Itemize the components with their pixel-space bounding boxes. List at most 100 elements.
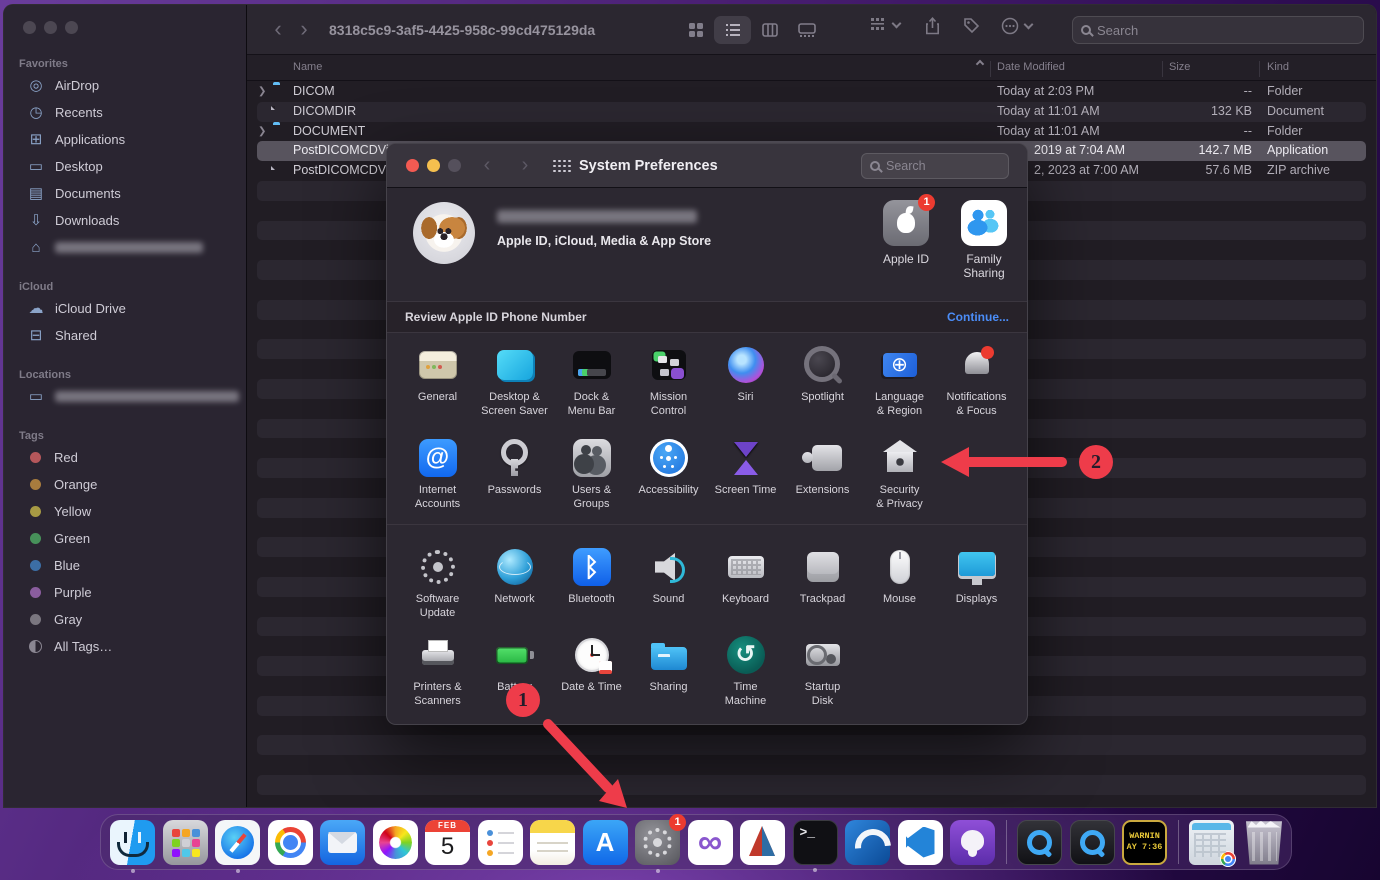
column-header-date[interactable]: Date Modified	[997, 61, 1065, 73]
pref-language-region[interactable]: Language & Region	[861, 344, 938, 419]
back-button[interactable]: ‹	[265, 17, 291, 43]
visual-studio-dock-icon[interactable]	[688, 820, 733, 865]
pref-network[interactable]: Network	[476, 546, 553, 621]
pref-mission-control[interactable]: Mission Control	[630, 344, 707, 419]
forward-button[interactable]: ›	[513, 154, 537, 177]
quicktime-dock-icon-2[interactable]	[1070, 820, 1115, 865]
warning-window-dock-icon[interactable]: WARNIN AY 7:36	[1122, 820, 1167, 865]
pref-security-privacy[interactable]: Security & Privacy	[861, 437, 938, 512]
pref-trackpad[interactable]: Trackpad	[784, 546, 861, 621]
column-divider[interactable]	[1162, 61, 1163, 77]
sidebar-item-device[interactable]: ▭	[11, 383, 239, 410]
apple-id-tile[interactable]: 1 Apple ID	[871, 200, 941, 266]
pref-startup-disk[interactable]: Startup Disk	[784, 634, 861, 709]
launchpad-dock-icon[interactable]	[163, 820, 208, 865]
sidebar-item-all-tags[interactable]: All Tags…	[11, 633, 239, 660]
zoom-button[interactable]	[448, 159, 461, 172]
group-by-button[interactable]	[869, 17, 900, 33]
sp-titlebar[interactable]: ‹ › System Preferences	[387, 144, 1027, 188]
chrome-dock-icon[interactable]	[268, 820, 313, 865]
table-row[interactable]: ❯ DICOM Today at 2:03 PM -- Folder	[247, 82, 1376, 102]
sidebar-tag-green[interactable]: Green	[11, 525, 239, 552]
cmake-dock-icon[interactable]	[740, 820, 785, 865]
sp-search-field[interactable]	[861, 153, 1009, 179]
pref-screen-time[interactable]: Screen Time	[707, 437, 784, 512]
sidebar-item-recents[interactable]: ◷ Recents	[11, 99, 239, 126]
gallery-view-button[interactable]	[788, 16, 825, 44]
calendar-dock-icon[interactable]: FEB 5	[425, 820, 470, 865]
pref-passwords[interactable]: Passwords	[476, 437, 553, 512]
sidebar-item-home[interactable]: ⌂	[11, 234, 239, 261]
show-all-preferences-icon[interactable]	[553, 160, 569, 172]
search-input[interactable]	[1097, 23, 1355, 38]
zoom-button[interactable]	[65, 21, 78, 34]
safari-dock-icon[interactable]	[215, 820, 260, 865]
pref-date-time[interactable]: Date & Time	[553, 634, 630, 709]
pref-extensions[interactable]: Extensions	[784, 437, 861, 512]
pref-users-groups[interactable]: Users & Groups	[553, 437, 630, 512]
vscode-dock-icon[interactable]	[898, 820, 943, 865]
system-preferences-dock-icon[interactable]: 1	[635, 820, 680, 865]
sidebar-item-downloads[interactable]: ⇩ Downloads	[11, 207, 239, 234]
sidebar-tag-purple[interactable]: Purple	[11, 579, 239, 606]
quicktime-dock-icon[interactable]	[1017, 820, 1062, 865]
list-view-button[interactable]	[714, 16, 751, 44]
finder-search-field[interactable]	[1072, 16, 1364, 44]
avatar[interactable]	[413, 202, 475, 264]
column-header-name[interactable]: Name	[293, 61, 322, 73]
disclosure-triangle-icon[interactable]: ❯	[258, 82, 266, 102]
terminal-dock-icon[interactable]	[793, 820, 838, 865]
back-button[interactable]: ‹	[475, 154, 499, 177]
tags-button[interactable]	[963, 17, 980, 34]
forward-button[interactable]: ›	[291, 17, 317, 43]
github-dock-icon[interactable]	[950, 820, 995, 865]
pref-bluetooth[interactable]: Bluetooth	[553, 546, 630, 621]
sidebar-item-shared[interactable]: ⊟ Shared	[11, 322, 239, 349]
pref-displays[interactable]: Displays	[938, 546, 1015, 621]
disclosure-triangle-icon[interactable]: ❯	[258, 122, 266, 142]
column-divider[interactable]	[1259, 61, 1260, 77]
sidebar-tag-orange[interactable]: Orange	[11, 471, 239, 498]
reminders-dock-icon[interactable]	[478, 820, 523, 865]
app-store-dock-icon[interactable]	[583, 820, 628, 865]
sidebar-tag-blue[interactable]: Blue	[11, 552, 239, 579]
pref-notifications[interactable]: Notifications & Focus	[938, 344, 1015, 419]
continue-link[interactable]: Continue...	[947, 310, 1009, 324]
pref-general[interactable]: General	[399, 344, 476, 419]
notes-dock-icon[interactable]	[530, 820, 575, 865]
photos-dock-icon[interactable]	[373, 820, 418, 865]
pref-spotlight[interactable]: Spotlight	[784, 344, 861, 419]
sidebar-item-airdrop[interactable]: ◎ AirDrop	[11, 72, 239, 99]
column-view-button[interactable]	[751, 16, 788, 44]
minimized-window-dock-icon[interactable]	[1189, 820, 1234, 865]
minimize-button[interactable]	[44, 21, 57, 34]
pref-sound[interactable]: Sound	[630, 546, 707, 621]
pref-sharing[interactable]: Sharing	[630, 634, 707, 709]
sidebar-tag-gray[interactable]: Gray	[11, 606, 239, 633]
close-button[interactable]	[406, 159, 419, 172]
trash-dock-icon[interactable]	[1242, 820, 1287, 865]
pref-keyboard[interactable]: Keyboard	[707, 546, 784, 621]
icon-view-button[interactable]	[677, 16, 714, 44]
pref-time-machine[interactable]: Time Machine	[707, 634, 784, 709]
column-divider[interactable]	[990, 61, 991, 77]
sidebar-tag-red[interactable]: Red	[11, 444, 239, 471]
pref-desktop-screensaver[interactable]: Desktop & Screen Saver	[476, 344, 553, 419]
close-button[interactable]	[23, 21, 36, 34]
column-header-kind[interactable]: Kind	[1267, 61, 1289, 73]
pref-internet-accounts[interactable]: Internet Accounts	[399, 437, 476, 512]
sidebar-item-desktop[interactable]: ▭ Desktop	[11, 153, 239, 180]
pref-software-update[interactable]: Software Update	[399, 546, 476, 621]
sidebar-tag-yellow[interactable]: Yellow	[11, 498, 239, 525]
mail-dock-icon[interactable]	[320, 820, 365, 865]
table-row[interactable]: DICOMDIR Today at 11:01 AM 132 KB Docume…	[247, 102, 1376, 122]
family-sharing-tile[interactable]: Family Sharing	[949, 200, 1019, 280]
share-button[interactable]	[925, 17, 940, 35]
pref-accessibility[interactable]: Accessibility	[630, 437, 707, 512]
pref-printers-scanners[interactable]: Printers & Scanners	[399, 634, 476, 709]
sp-search-input[interactable]	[886, 159, 1000, 173]
sidebar-item-applications[interactable]: ⊞ Applications	[11, 126, 239, 153]
column-header-size[interactable]: Size	[1169, 61, 1190, 73]
sidebar-item-documents[interactable]: ▤ Documents	[11, 180, 239, 207]
finder-dock-icon[interactable]	[110, 820, 155, 865]
